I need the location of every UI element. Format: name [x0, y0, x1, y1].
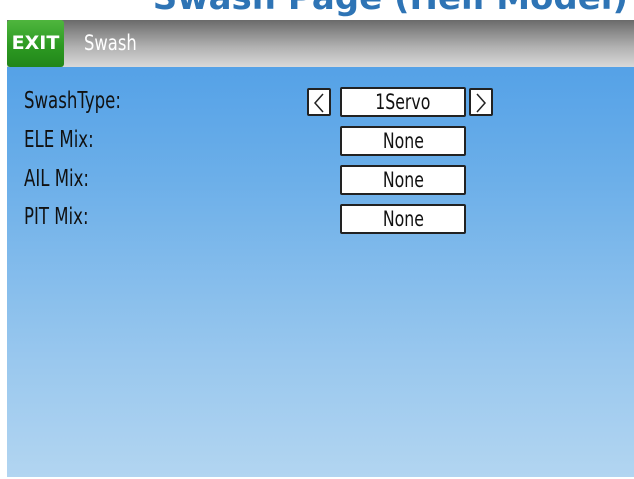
swash-screen: EXIT Swash SwashType: 1Servo ELE Mix: No… — [7, 20, 634, 477]
chevron-left-icon — [313, 93, 324, 113]
exit-button[interactable]: EXIT — [7, 20, 64, 67]
pit-mix-value-text: None — [382, 207, 424, 231]
swashtype-prev-button[interactable] — [307, 88, 331, 116]
pit-mix-label: PIT Mix: — [24, 204, 89, 230]
ail-mix-label: AIL Mix: — [24, 166, 89, 192]
title-bar: EXIT Swash — [7, 20, 634, 67]
swashtype-next-button[interactable] — [469, 88, 493, 116]
swashtype-value[interactable]: 1Servo — [340, 87, 466, 117]
swashtype-label: SwashType: — [24, 88, 121, 114]
page-title: Swash — [84, 31, 137, 55]
ail-mix-value-text: None — [382, 168, 424, 192]
ele-mix-value-text: None — [382, 129, 424, 153]
ail-mix-value[interactable]: None — [340, 165, 466, 195]
swashtype-value-text: 1Servo — [375, 90, 431, 114]
page-heading: Swash Page (Heli Model) — [0, 0, 634, 18]
pit-mix-value[interactable]: None — [340, 204, 466, 234]
chevron-right-icon — [476, 93, 487, 113]
ele-mix-value[interactable]: None — [340, 126, 466, 156]
ele-mix-label: ELE Mix: — [24, 127, 94, 153]
